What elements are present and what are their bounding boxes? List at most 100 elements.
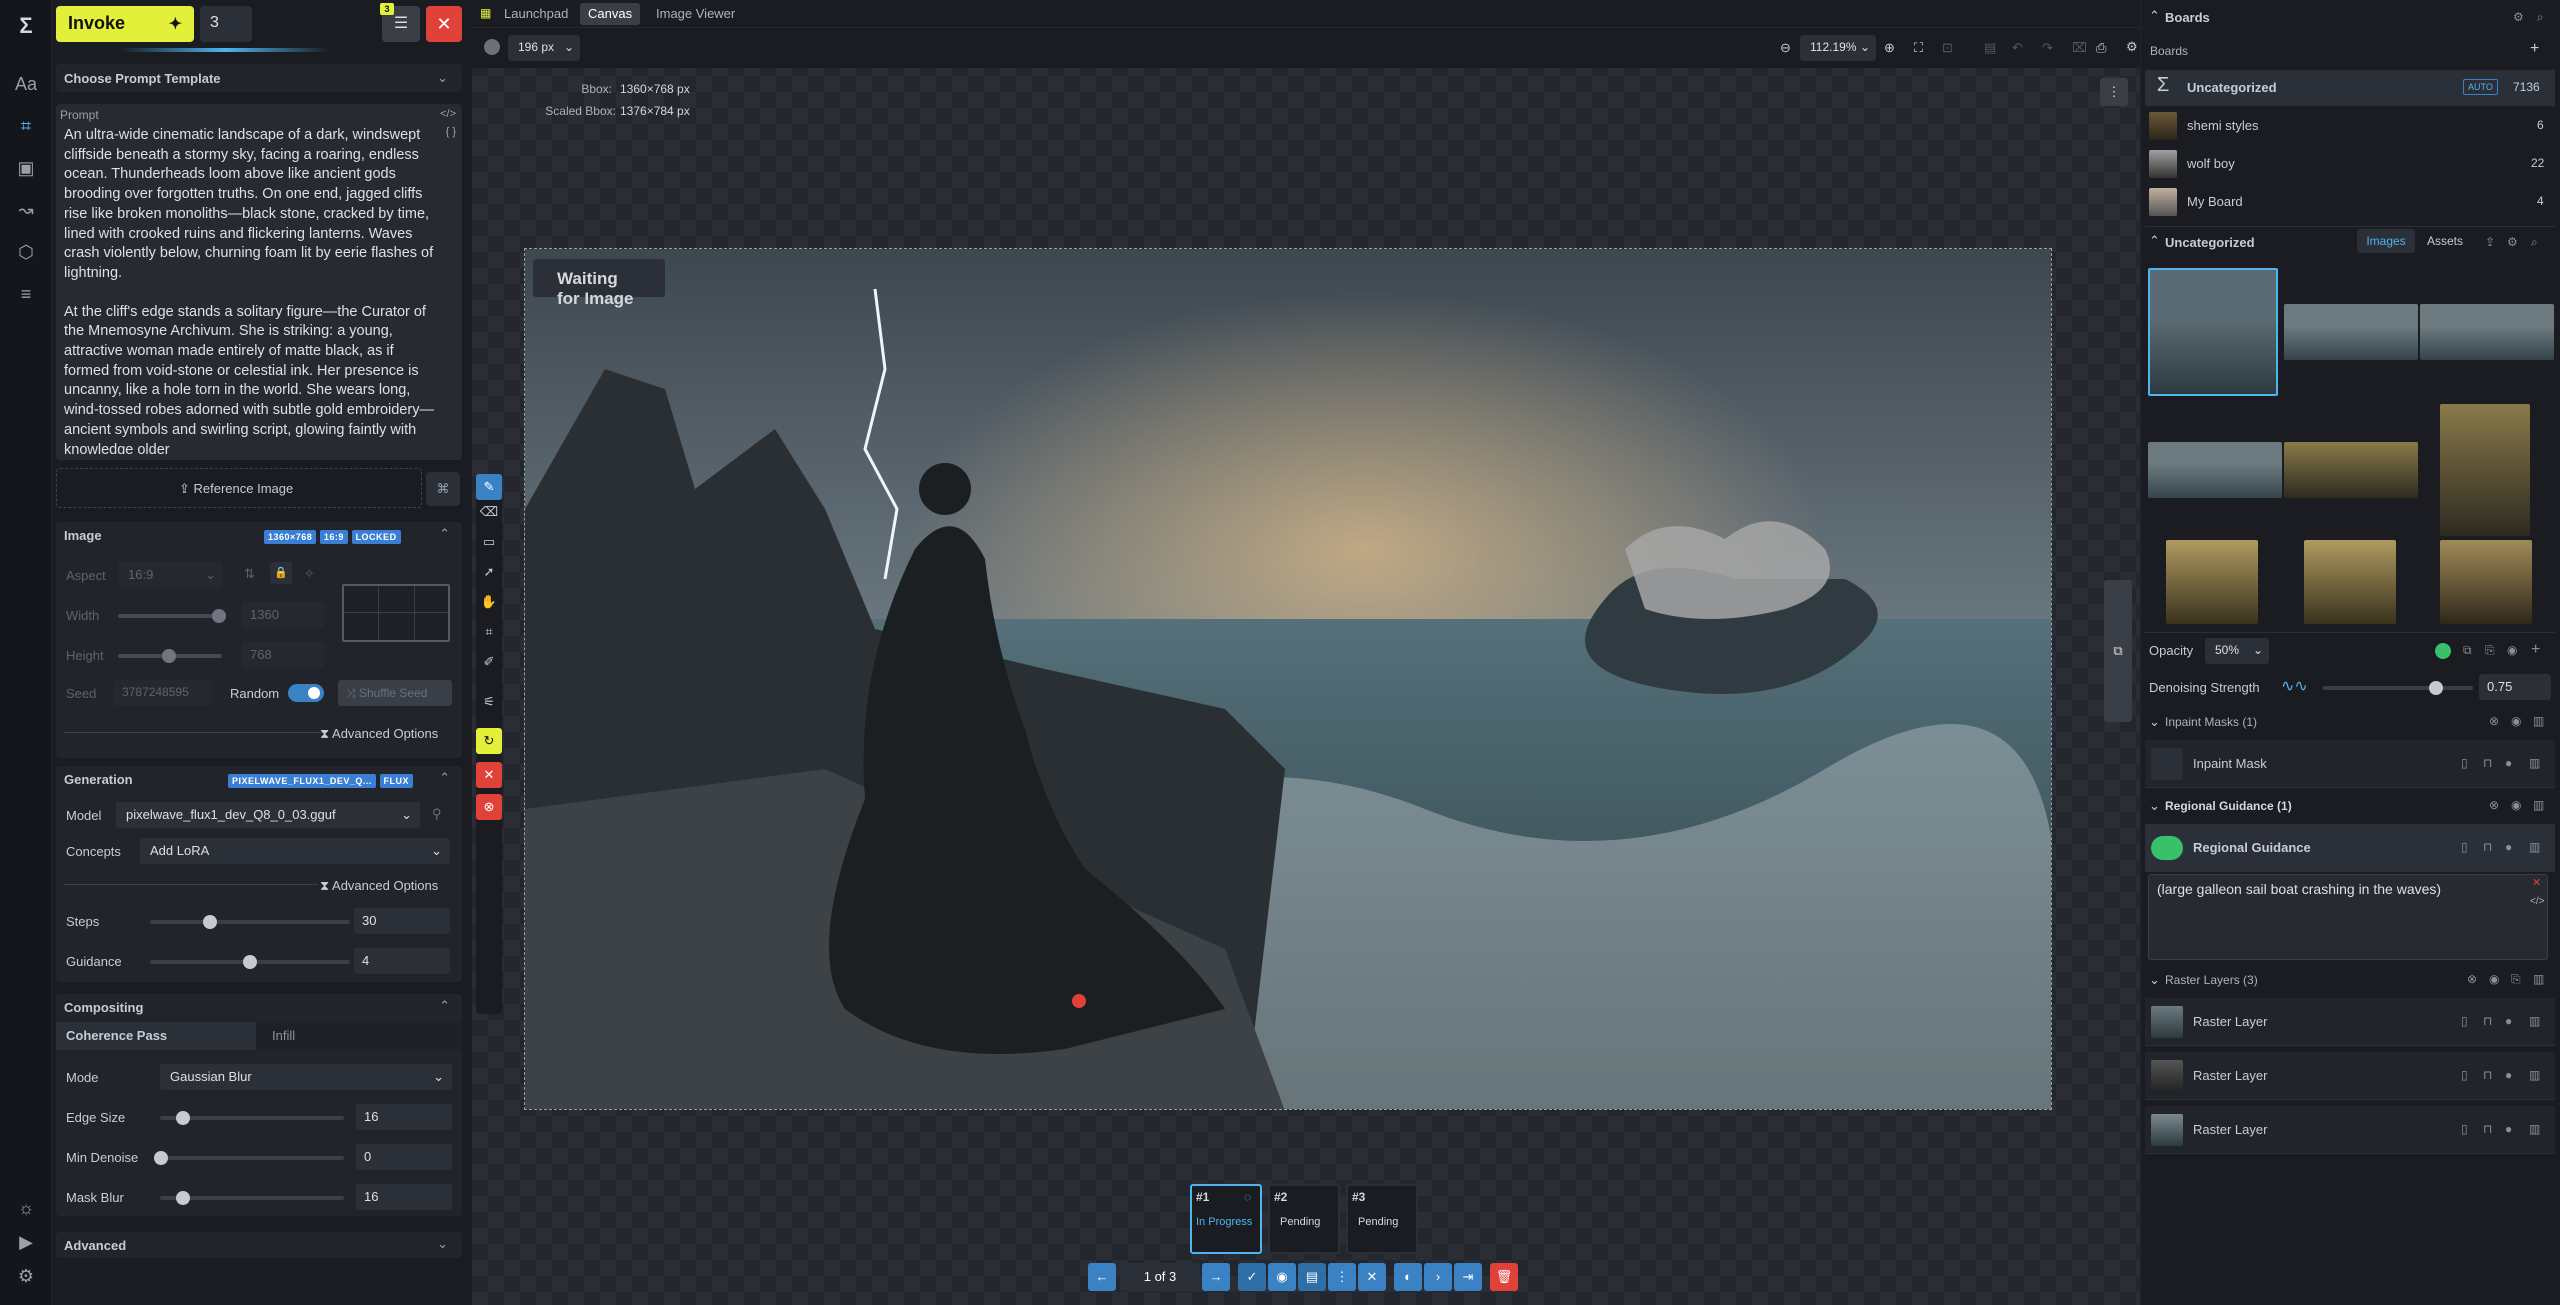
- guidance-slider[interactable]: [150, 955, 350, 969]
- lock-icon[interactable]: ⊓: [2483, 1068, 2492, 1082]
- sliders-icon[interactable]: ⚟: [476, 694, 502, 710]
- gallery-image[interactable]: [2440, 540, 2532, 624]
- reference-image-button[interactable]: ⇪ Reference Image: [56, 468, 422, 508]
- youtube-icon[interactable]: ▶: [14, 1230, 38, 1254]
- queue-item-1[interactable]: #1 ◌ In Progress: [1190, 1184, 1262, 1254]
- chevron-up-icon[interactable]: ⌃: [439, 770, 450, 786]
- save-staged-icon[interactable]: ▤: [1298, 1263, 1326, 1291]
- duplicate-icon[interactable]: ⎘: [2485, 643, 2495, 658]
- add-layer-icon[interactable]: +: [2531, 641, 2540, 659]
- group-visibility-icon[interactable]: ◉: [2511, 714, 2521, 728]
- gallery-image[interactable]: [2420, 304, 2554, 360]
- chevron-up-icon[interactable]: ⌃: [2149, 233, 2160, 249]
- model-settings-icon[interactable]: ⚲: [432, 806, 442, 822]
- min-denoise-slider[interactable]: [154, 1151, 344, 1165]
- group-delete-icon[interactable]: ▥: [2533, 714, 2544, 728]
- board-item-shemi[interactable]: shemi styles 6: [2145, 108, 2555, 144]
- trash-icon[interactable]: 🗑: [1490, 1263, 1518, 1291]
- inpaint-group-header[interactable]: ⌄ Inpaint Masks (1) ⊗ ◉ ▥: [2145, 712, 2555, 734]
- boards-header[interactable]: ⌃ Boards ⚙ ⌕: [2145, 8, 2555, 28]
- prev-arrow-icon[interactable]: ←: [1088, 1263, 1116, 1291]
- width-slider[interactable]: [118, 609, 226, 623]
- gallery-image[interactable]: [2440, 404, 2530, 536]
- queue-item-2[interactable]: #2 Pending: [1268, 1184, 1340, 1254]
- accept-check-icon[interactable]: ✓: [1238, 1263, 1266, 1291]
- image-nav-icon[interactable]: ▣: [14, 156, 38, 180]
- bookmark-icon[interactable]: ▯: [2461, 1068, 2468, 1082]
- bookmark-icon[interactable]: ▯: [2461, 1014, 2468, 1028]
- skip-last-icon[interactable]: ⇥: [1454, 1263, 1482, 1291]
- mask-blur-slider[interactable]: [160, 1191, 344, 1205]
- lock-icon[interactable]: ⊓: [2483, 840, 2492, 854]
- board-item-wolf-boy[interactable]: wolf boy 22: [2145, 146, 2555, 182]
- reset-icon[interactable]: ⌧: [2072, 40, 2087, 56]
- height-slider[interactable]: [118, 649, 222, 663]
- sparkle-ratio-icon[interactable]: ✧: [304, 566, 315, 582]
- group-merge-icon[interactable]: ⊗: [2489, 714, 2499, 728]
- canvas-settings-icon[interactable]: ⚙: [2126, 39, 2138, 55]
- next-arrow-icon[interactable]: →: [1202, 1263, 1230, 1291]
- chevron-right-icon[interactable]: ›: [1424, 1263, 1452, 1291]
- lightbulb-icon[interactable]: ☼: [14, 1196, 38, 1220]
- visibility-icon[interactable]: ●: [2505, 756, 2512, 770]
- canvas-image[interactable]: Waiting for Image: [524, 248, 2052, 1110]
- gallery-search-icon[interactable]: ⌕: [2531, 235, 2538, 250]
- models-icon[interactable]: ⬡: [14, 240, 38, 264]
- opacity-select[interactable]: 50% ⌄: [2205, 638, 2269, 664]
- bbox-icon[interactable]: ⌗: [476, 624, 502, 640]
- queue-item-3[interactable]: #3 Pending: [1346, 1184, 1418, 1254]
- move-icon[interactable]: ➚: [476, 564, 502, 580]
- group-merge-icon[interactable]: ⊗: [2467, 972, 2477, 986]
- export-icon[interactable]: ⎙: [2096, 40, 2106, 56]
- shuffle-seed-button[interactable]: ⤨ Shuffle Seed: [338, 680, 452, 706]
- cancel-icon[interactable]: ✕: [476, 762, 502, 788]
- tab-images[interactable]: Images: [2357, 229, 2415, 253]
- brush-size-select[interactable]: 196 px ⌄: [508, 35, 580, 61]
- discard-icon[interactable]: ✕: [1358, 1263, 1386, 1291]
- clear-icon[interactable]: ⊗: [476, 794, 502, 820]
- regional-prompt-textarea[interactable]: (large galleon sail boat crashing in the…: [2148, 874, 2548, 960]
- group-merge-icon[interactable]: ⊗: [2489, 798, 2499, 812]
- color-picker-icon[interactable]: ✐: [476, 654, 502, 670]
- swap-icon[interactable]: ⇅: [244, 566, 255, 582]
- model-select[interactable]: pixelwave_flux1_dev_Q8_0_03.gguf ⌄: [116, 802, 420, 828]
- lock-icon[interactable]: ⊓: [2483, 1122, 2492, 1136]
- code-icon[interactable]: </>: [440, 108, 456, 120]
- advanced-options-toggle-2[interactable]: ⧗ Advanced Options: [320, 878, 438, 894]
- eraser-icon[interactable]: ⌫: [476, 504, 502, 520]
- bookmark-icon[interactable]: ▯: [2461, 840, 2468, 854]
- tab-canvas[interactable]: Canvas: [580, 3, 641, 25]
- mode-select[interactable]: Gaussian Blur ⌄: [160, 1064, 452, 1090]
- layer-raster-2[interactable]: Raster Layer ▯ ⊓ ● ▥: [2145, 1052, 2555, 1100]
- lock-icon[interactable]: ⊓: [2483, 756, 2492, 770]
- seed-input[interactable]: 3787248595: [114, 680, 212, 706]
- staging-toggle-icon[interactable]: ⧉: [2104, 580, 2132, 722]
- redo-icon[interactable]: ↷: [2042, 40, 2053, 56]
- chevron-up-icon[interactable]: ⌃: [439, 526, 450, 542]
- brush-icon[interactable]: ✎: [476, 474, 502, 500]
- aspect-select[interactable]: 16:9 ⌄: [118, 562, 222, 588]
- delete-icon[interactable]: ▥: [2529, 840, 2540, 854]
- canvas-menu-button[interactable]: ⋮: [2100, 78, 2128, 106]
- prompt-box[interactable]: Prompt </> { } An ultra-wide cinematic l…: [56, 104, 462, 460]
- delete-icon[interactable]: ▥: [2529, 1122, 2540, 1136]
- raster-group-header[interactable]: ⌄ Raster Layers (3) ⊗ ◉ ⎘ ▥: [2145, 970, 2555, 992]
- settings-gear-icon[interactable]: ⚙: [14, 1264, 38, 1288]
- board-settings-icon[interactable]: ⚙: [2513, 10, 2524, 24]
- braces-icon[interactable]: { }: [446, 126, 456, 138]
- rect-icon[interactable]: ▭: [476, 534, 502, 550]
- delete-icon[interactable]: ▥: [2529, 1014, 2540, 1028]
- eye-icon[interactable]: ◉: [1268, 1263, 1296, 1291]
- visibility-icon[interactable]: ●: [2505, 1014, 2512, 1028]
- more-icon[interactable]: ⋮: [1328, 1263, 1356, 1291]
- layer-raster-1[interactable]: Raster Layer ▯ ⊓ ● ▥: [2145, 998, 2555, 1046]
- queue-icon[interactable]: ≡: [14, 282, 38, 306]
- denoise-input[interactable]: 0.75: [2479, 674, 2551, 700]
- board-search-icon[interactable]: ⌕: [2537, 10, 2544, 25]
- bookmark-icon[interactable]: ▯: [2461, 756, 2468, 770]
- edge-size-input[interactable]: 16: [356, 1104, 452, 1130]
- group-visibility-icon[interactable]: ◉: [2489, 972, 2499, 986]
- guidance-input[interactable]: 4: [354, 948, 450, 974]
- tab-assets[interactable]: Assets: [2417, 229, 2473, 253]
- height-input[interactable]: 768: [242, 642, 324, 668]
